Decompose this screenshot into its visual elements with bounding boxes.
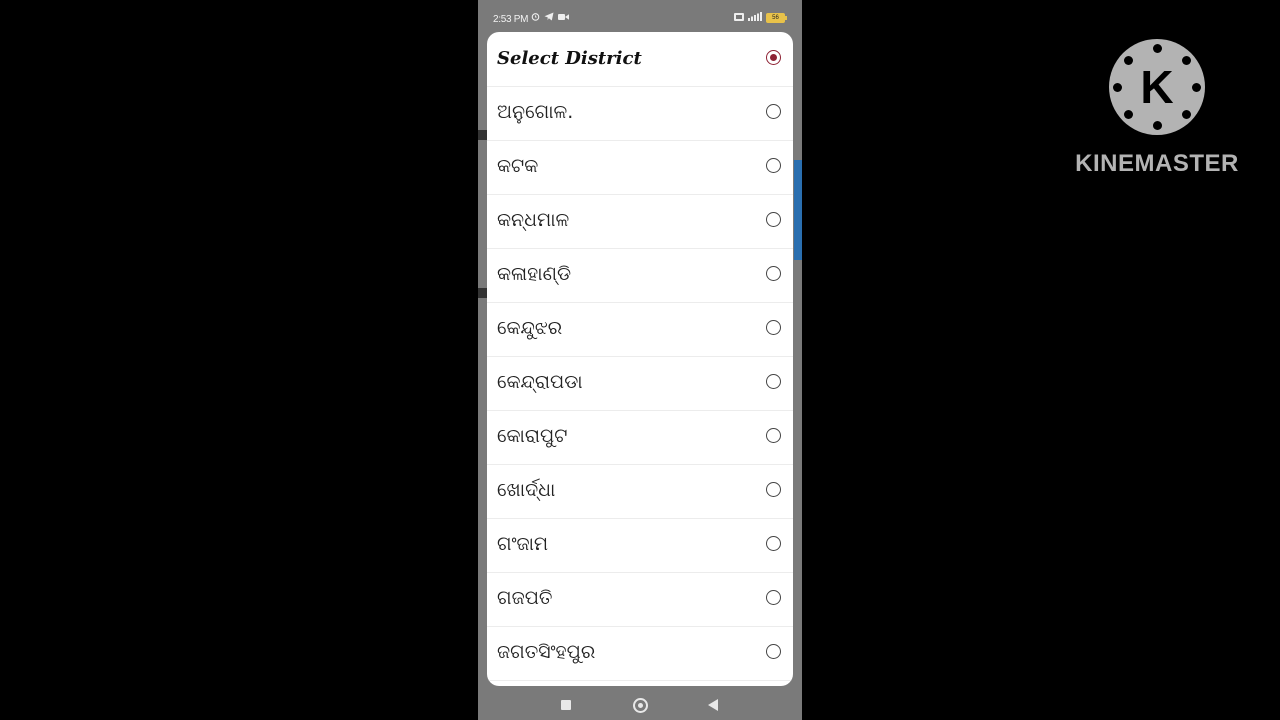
district-option[interactable]: କଟକ [487,140,793,195]
radio-button[interactable] [766,104,781,119]
district-label: ଅନୁଗୋଳ. [497,101,574,123]
telegram-icon [544,12,554,24]
kinemaster-logo: K [1109,39,1205,135]
back-button[interactable] [708,699,718,711]
status-bar: 2:53 PM 56 [478,0,802,32]
background-app-edge [794,160,802,260]
district-option[interactable]: ଖୋର୍ଦ୍ଧା [487,464,793,519]
radio-button[interactable] [766,644,781,659]
background-app-edge-left-lower [478,288,487,298]
radio-button[interactable] [766,266,781,281]
radio-button[interactable] [766,536,781,551]
district-option[interactable]: କଳାହାଣ୍ଡି [487,248,793,303]
video-camera-icon [558,13,569,24]
district-label: କନ୍ଧମାଳ [497,209,570,231]
district-label: ଖୋର୍ଦ୍ଧା [497,479,556,501]
select-district-dialog: Select District ଅନୁଗୋଳ. କଟକ କନ୍ଧମାଳ କଳାହ… [487,32,793,686]
status-icons-left [531,12,569,24]
radio-button[interactable] [766,212,781,227]
district-option[interactable]: କେନ୍ଦ୍ରାପଡା [487,356,793,411]
home-button[interactable] [633,698,648,713]
district-label: କୋରାପୁଟ [497,425,568,447]
phone-screen: 2:53 PM 56 Select District ଅନୁଗୋଳ. କଟକ କ… [478,0,802,720]
dialog-header[interactable]: Select District [487,32,793,87]
district-option[interactable]: କନ୍ଧମାଳ [487,194,793,249]
district-label: ଗଜପତି [497,587,553,609]
kinemaster-watermark-text: KINEMASTER [1075,150,1239,177]
radio-button[interactable] [766,590,781,605]
radio-button[interactable] [766,428,781,443]
radio-button[interactable] [766,374,781,389]
status-time: 2:53 PM [493,14,529,25]
district-option[interactable]: ଅନୁଗୋଳ. [487,86,793,141]
district-option[interactable]: ଗଂଜାମ [487,518,793,573]
district-label: ଜଗତସିଂହପୁର [497,641,596,663]
district-option[interactable]: ଗଜପତି [487,572,793,627]
district-label: କଟକ [497,155,539,177]
dialog-title: Select District [497,48,642,69]
logo-letter: K [1140,61,1174,113]
district-option[interactable]: ଜଗତସିଂହପୁର [487,626,793,681]
background-app-edge-left [478,130,487,140]
navigation-bar [478,688,802,720]
battery-icon: 56 [766,13,787,23]
district-label: କେନ୍ଦୁଝର [497,317,563,339]
signal-icon [748,12,762,24]
district-label: ଗଂଜାମ [497,533,549,555]
recents-button[interactable] [561,700,571,710]
radio-button[interactable] [766,320,781,335]
district-label: କେନ୍ଦ୍ରାପଡା [497,371,583,393]
radio-selected-icon[interactable] [766,50,781,65]
district-option[interactable]: କେନ୍ଦୁଝର [487,302,793,357]
radio-button[interactable] [766,482,781,497]
volte-icon [734,12,744,24]
alarm-icon [531,12,540,24]
status-icons-right: 56 [734,12,787,24]
district-label: କଳାହାଣ୍ଡି [497,263,572,285]
radio-button[interactable] [766,158,781,173]
district-option[interactable]: କୋରାପୁଟ [487,410,793,465]
